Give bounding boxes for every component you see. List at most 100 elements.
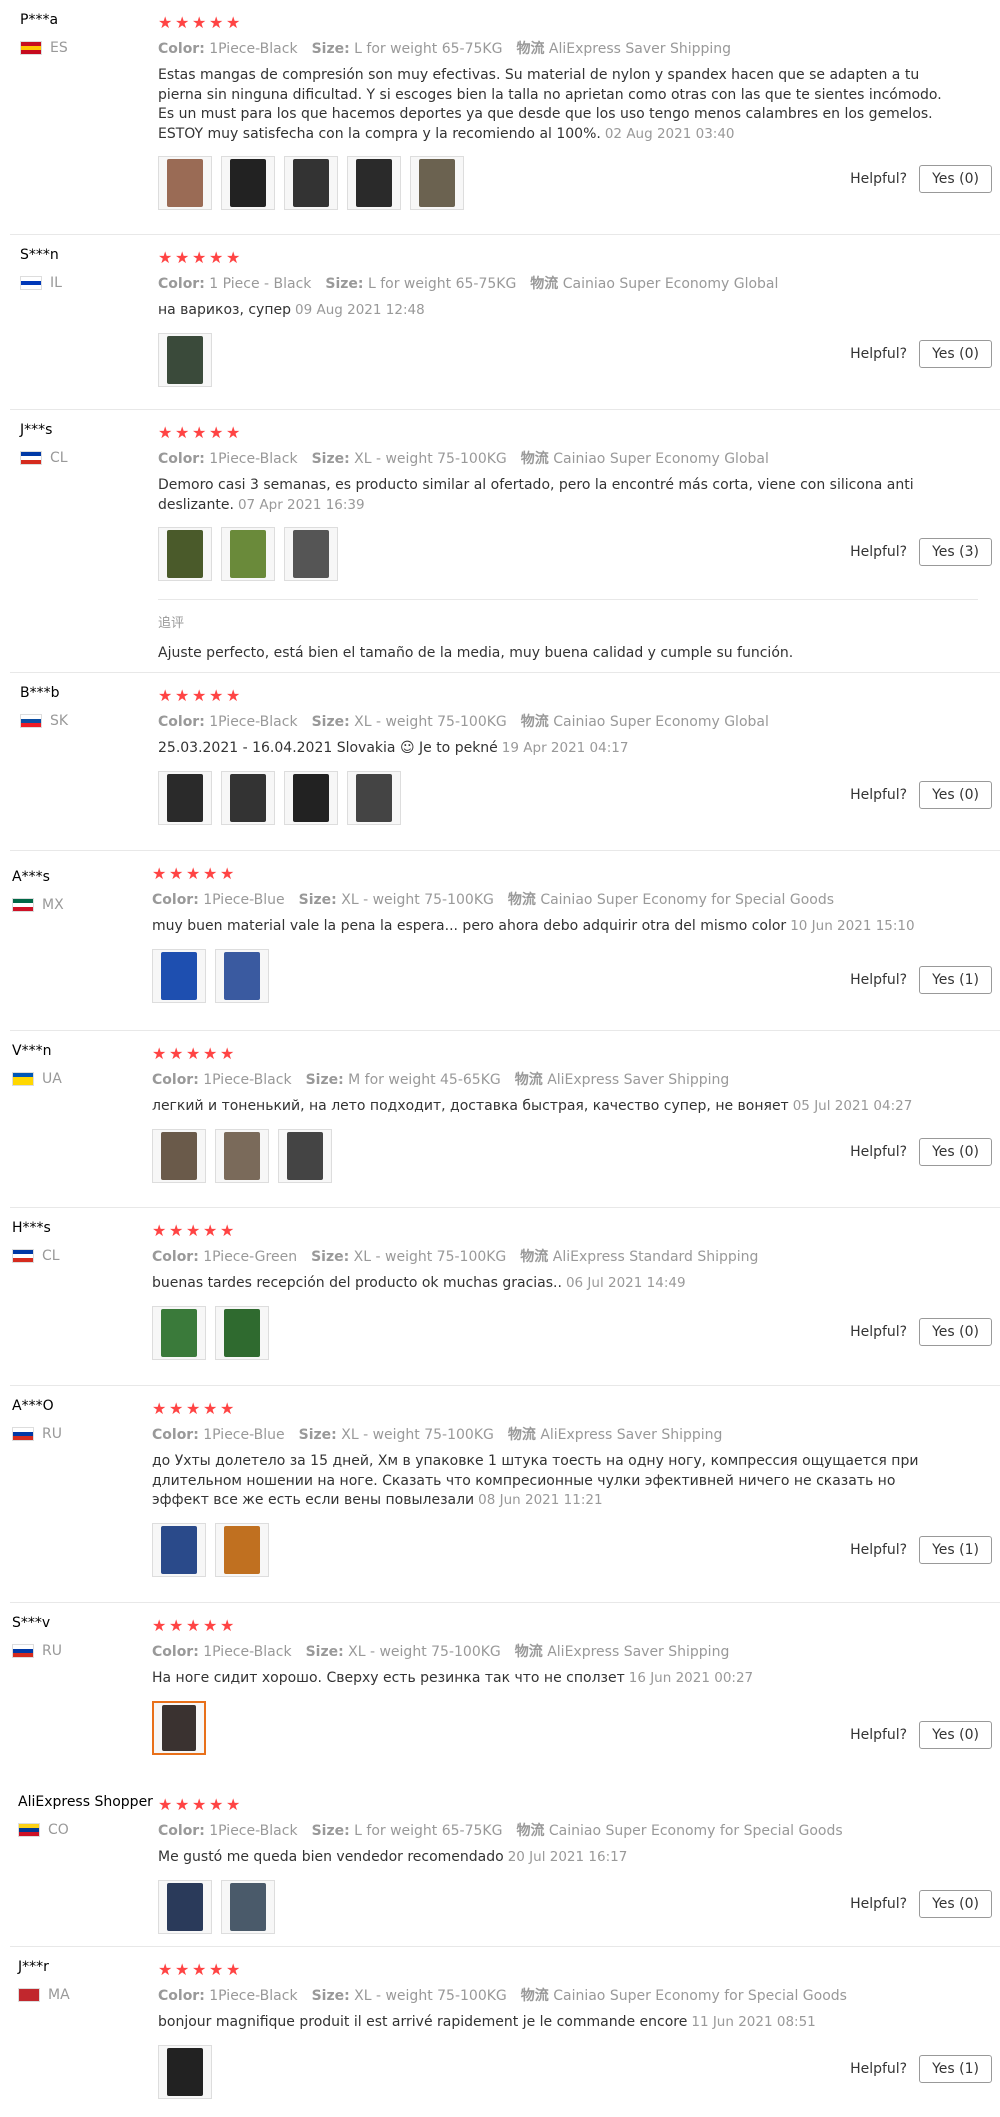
review-photo-thumbnail[interactable] xyxy=(284,527,338,581)
sku-info: Color: 1Piece-Black Size: L for weight 65… xyxy=(158,1820,1000,1840)
review-date: 19 Apr 2021 04:17 xyxy=(501,740,629,756)
shipping-label: 物流 xyxy=(507,1427,536,1443)
review-photo-thumbnail[interactable] xyxy=(215,1128,269,1183)
review-content: Estas mangas de compresión son muy efect… xyxy=(158,67,942,142)
rating-stars: ★ ★ ★ ★ ★ xyxy=(152,1043,1000,1063)
review-photo-thumbnail[interactable] xyxy=(215,1305,269,1360)
star-icon: ★ xyxy=(220,1398,235,1418)
helpful-yes-button[interactable]: Yes (0) xyxy=(919,1721,992,1749)
review-photo-thumbnail[interactable] xyxy=(221,770,275,825)
reviewer-country: UA xyxy=(12,1071,62,1087)
review-photo-thumbnail[interactable] xyxy=(158,770,212,825)
color-value: 1Piece-Black xyxy=(209,1988,298,2004)
rating-stars: ★ ★ ★ ★ ★ xyxy=(158,12,1000,32)
star-icon: ★ xyxy=(152,1398,167,1418)
review-item: A***s MX ★ ★ ★ ★ ★ Color: 1Piece-Blue Size: XL -… xyxy=(0,851,1000,1031)
review-item: S***v RU ★ ★ ★ ★ ★ Color: 1Piece-Black Size: XL … xyxy=(0,1603,1000,1790)
review-item: J***s CL ★ ★ ★ ★ ★ Color: 1Piece-Black Size: XL … xyxy=(0,410,1000,673)
star-icon: ★ xyxy=(192,247,207,267)
additional-review-label: 追评 xyxy=(158,616,185,631)
review-photo-thumbnail[interactable] xyxy=(278,1128,332,1183)
review-photo-thumbnail[interactable] xyxy=(158,156,212,210)
review-photo-thumbnail[interactable] xyxy=(152,948,206,1003)
color-label: Color: xyxy=(158,1823,205,1839)
star-icon: ★ xyxy=(158,12,173,32)
color-label: Color: xyxy=(158,276,205,292)
star-icon: ★ xyxy=(169,1615,184,1635)
review-content: buenas tardes recepción del producto ok … xyxy=(152,1275,562,1291)
helpful-section: Helpful? Yes (0) xyxy=(850,165,992,193)
divider xyxy=(158,599,978,600)
review-content: bonjour magnifique produit il est arrivé… xyxy=(158,2014,688,2030)
helpful-yes-button[interactable]: Yes (0) xyxy=(919,340,992,368)
star-icon: ★ xyxy=(158,685,173,705)
country-code: RU xyxy=(42,1643,62,1659)
star-icon: ★ xyxy=(226,685,241,705)
shipping-value: AliExpress Saver Shipping xyxy=(547,1072,730,1088)
star-icon: ★ xyxy=(192,1794,207,1814)
star-icon: ★ xyxy=(226,1959,241,1979)
review-photo-thumbnail[interactable] xyxy=(158,527,212,581)
reviewer-name: A***O xyxy=(12,1398,54,1414)
rating-stars: ★ ★ ★ ★ ★ xyxy=(158,422,1000,442)
helpful-yes-button[interactable]: Yes (1) xyxy=(919,1536,992,1564)
review-photo-thumbnail[interactable] xyxy=(158,332,212,387)
sku-info: Color: 1Piece-Black Size: M for weight 45… xyxy=(152,1069,1000,1089)
helpful-yes-button[interactable]: Yes (0) xyxy=(919,1318,992,1346)
star-icon: ★ xyxy=(175,422,190,442)
review-photo-thumbnail[interactable] xyxy=(221,527,275,581)
review-photo-thumbnail[interactable] xyxy=(152,1128,206,1183)
review-photo-thumbnail[interactable] xyxy=(347,156,401,210)
review-photo-thumbnail[interactable] xyxy=(410,156,464,210)
country-code: CO xyxy=(48,1822,69,1838)
star-icon: ★ xyxy=(186,1043,201,1063)
helpful-yes-button[interactable]: Yes (0) xyxy=(919,1890,992,1918)
color-value: 1Piece-Black xyxy=(203,1072,292,1088)
shipping-label: 物流 xyxy=(530,276,559,292)
review-photo-thumbnail[interactable] xyxy=(215,948,269,1003)
review-photo-thumbnail[interactable] xyxy=(284,770,338,825)
review-photo-thumbnail[interactable] xyxy=(347,770,401,825)
sku-info: Color: 1 Piece - Black Size: L for weight… xyxy=(158,273,1000,293)
review-photo-thumbnail[interactable] xyxy=(221,1879,275,1934)
reviewer-country: MA xyxy=(18,1987,70,2003)
review-date: 06 Jul 2021 14:49 xyxy=(565,1275,686,1291)
review-photo-thumbnail[interactable] xyxy=(152,1305,206,1360)
shipping-value: Cainiao Super Economy for Special Goods xyxy=(553,1988,847,2004)
helpful-label: Helpful? xyxy=(850,787,908,803)
helpful-yes-button[interactable]: Yes (0) xyxy=(919,781,992,809)
shipping-label: 物流 xyxy=(507,892,536,908)
review-photo-thumbnail[interactable] xyxy=(158,1879,212,1934)
country-flag-icon xyxy=(20,714,42,728)
review-item: A***O RU ★ ★ ★ ★ ★ Color: 1Piece-Blue Size: XL -… xyxy=(0,1386,1000,1603)
size-label: Size: xyxy=(298,892,337,908)
sku-info: Color: 1Piece-Green Size: XL - weight 75-… xyxy=(152,1246,1000,1266)
rating-stars: ★ ★ ★ ★ ★ xyxy=(152,863,1000,883)
color-label: Color: xyxy=(158,451,205,467)
size-label: Size: xyxy=(298,1427,337,1443)
review-photo-thumbnail[interactable] xyxy=(158,2044,212,2099)
review-item: P***a ES ★ ★ ★ ★ ★ Color: 1Piece-Black Size: L f… xyxy=(0,0,1000,235)
review-photo-thumbnail[interactable] xyxy=(152,1700,206,1755)
country-flag-icon xyxy=(18,1823,40,1837)
review-photo-thumbnail[interactable] xyxy=(221,156,275,210)
helpful-yes-button[interactable]: Yes (3) xyxy=(919,538,992,566)
reviewer-country: IL xyxy=(20,275,62,291)
helpful-yes-button[interactable]: Yes (0) xyxy=(919,1138,992,1166)
helpful-yes-button[interactable]: Yes (1) xyxy=(919,2055,992,2083)
rating-stars: ★ ★ ★ ★ ★ xyxy=(158,1959,1000,1979)
country-code: UA xyxy=(42,1071,62,1087)
review-photo-thumbnail[interactable] xyxy=(284,156,338,210)
reviewer-name: H***s xyxy=(12,1220,51,1236)
helpful-yes-button[interactable]: Yes (0) xyxy=(919,165,992,193)
helpful-yes-button[interactable]: Yes (1) xyxy=(919,966,992,994)
review-date: 05 Jul 2021 04:27 xyxy=(792,1098,913,1114)
reviewer-country: CL xyxy=(20,450,68,466)
review-text: Me gustó me queda bien vendedor recomend… xyxy=(158,1848,958,1868)
helpful-section: Helpful? Yes (0) xyxy=(850,1318,992,1346)
sku-info: Color: 1Piece-Black Size: XL - weight 75-… xyxy=(158,711,1000,731)
review-photo-thumbnail[interactable] xyxy=(215,1522,269,1577)
star-icon: ★ xyxy=(158,1794,173,1814)
country-flag-icon xyxy=(20,451,42,465)
review-photo-thumbnail[interactable] xyxy=(152,1522,206,1577)
